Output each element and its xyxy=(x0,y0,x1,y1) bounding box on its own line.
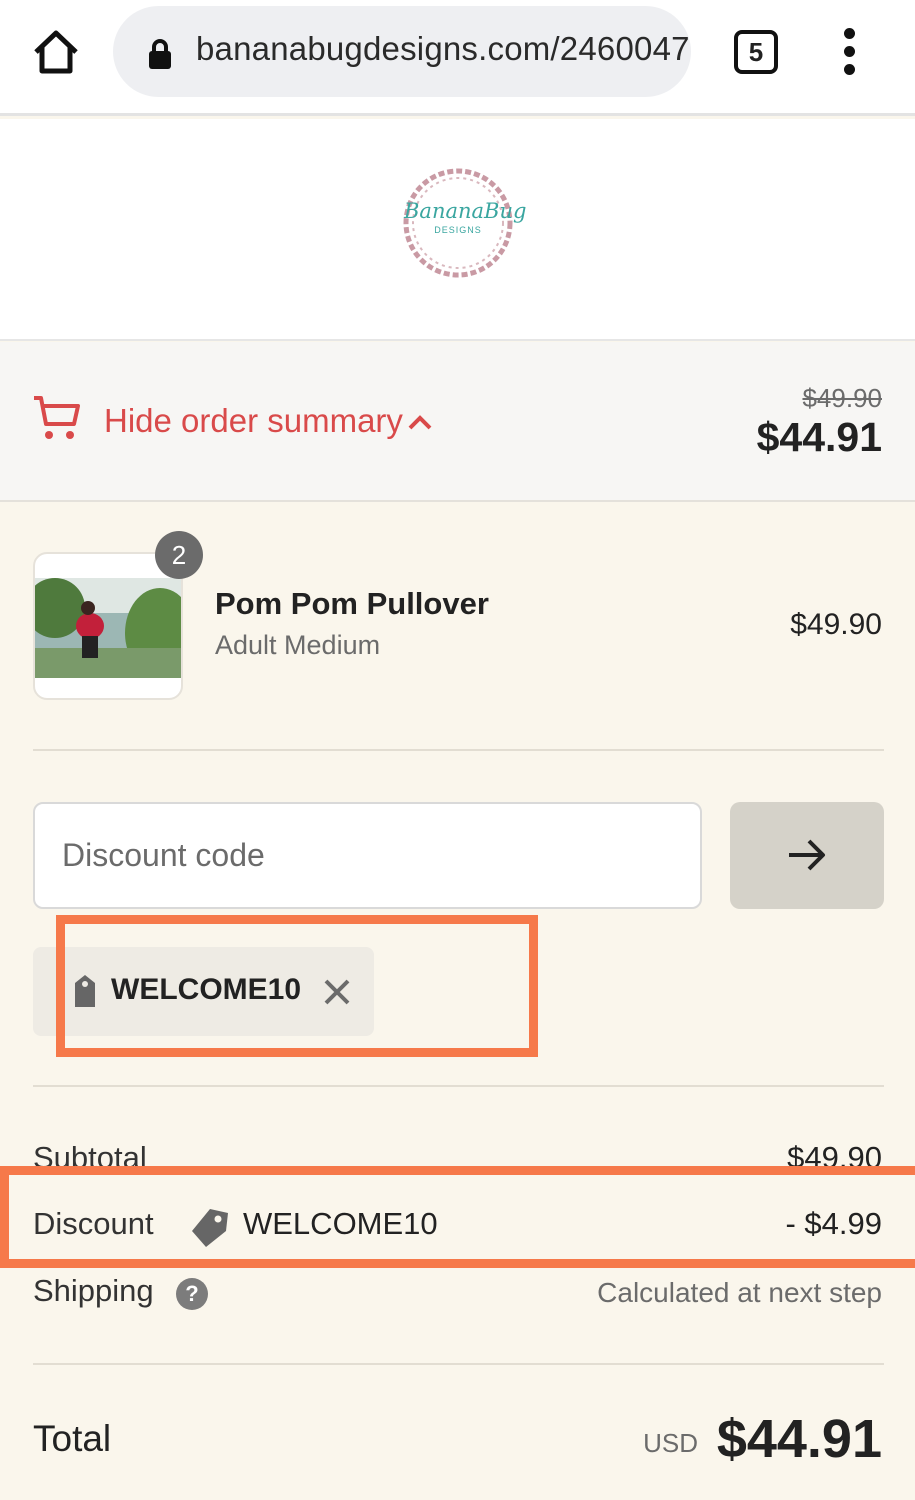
divider xyxy=(33,1363,884,1365)
product-thumbnail xyxy=(33,552,183,700)
discount-value: - $4.99 xyxy=(785,1206,882,1241)
tab-count: 5 xyxy=(748,36,764,67)
toggle-label: Hide order summary xyxy=(104,402,403,439)
product-variant: Adult Medium xyxy=(215,630,381,660)
product-image xyxy=(35,578,181,678)
order-summary-toggle[interactable]: Hide order summary $49.90 $44.91 xyxy=(0,342,915,502)
quantity-badge: 2 xyxy=(155,531,203,579)
total-label: Total xyxy=(33,1418,112,1459)
apply-discount-button[interactable] xyxy=(730,802,884,909)
more-vert-icon[interactable] xyxy=(834,28,866,76)
original-price: $49.90 xyxy=(802,383,882,413)
discount-code-input[interactable] xyxy=(33,802,702,909)
currency-label: USD xyxy=(643,1428,698,1458)
address-bar[interactable]: bananabugdesigns.com/2460047 xyxy=(113,6,691,97)
product-name: Pom Pom Pullover xyxy=(215,586,489,621)
cart-icon xyxy=(34,396,80,439)
home-button[interactable] xyxy=(30,26,82,78)
lock-icon xyxy=(149,39,171,69)
tab-switcher-button[interactable]: 5 xyxy=(734,30,778,74)
home-icon xyxy=(34,30,78,74)
divider xyxy=(33,749,884,751)
summary-total: $44.91 xyxy=(756,414,882,460)
discount-code-label: WELCOME10 xyxy=(243,1206,438,1241)
store-logo[interactable] xyxy=(398,163,518,283)
arrow-right-icon xyxy=(789,839,825,871)
chevron-up-icon xyxy=(408,415,432,430)
help-icon[interactable]: ? xyxy=(176,1278,208,1310)
shipping-label: Shipping xyxy=(33,1273,154,1308)
divider xyxy=(33,1085,884,1087)
browser-toolbar: bananabugdesigns.com/2460047 5 xyxy=(0,0,915,116)
highlight-box xyxy=(56,915,538,1057)
logo-subtext: DESIGNS xyxy=(434,225,482,235)
store-header: BananaBug DESIGNS xyxy=(0,119,915,341)
url-text: bananabugdesigns.com/2460047 xyxy=(196,30,690,67)
product-price: $49.90 xyxy=(790,608,882,641)
shipping-value: Calculated at next step xyxy=(597,1277,882,1308)
logo-text: BananaBug xyxy=(404,199,527,223)
total-value: $44.91 xyxy=(716,1409,882,1469)
tag-icon xyxy=(192,1209,228,1247)
discount-label: Discount xyxy=(33,1206,154,1241)
